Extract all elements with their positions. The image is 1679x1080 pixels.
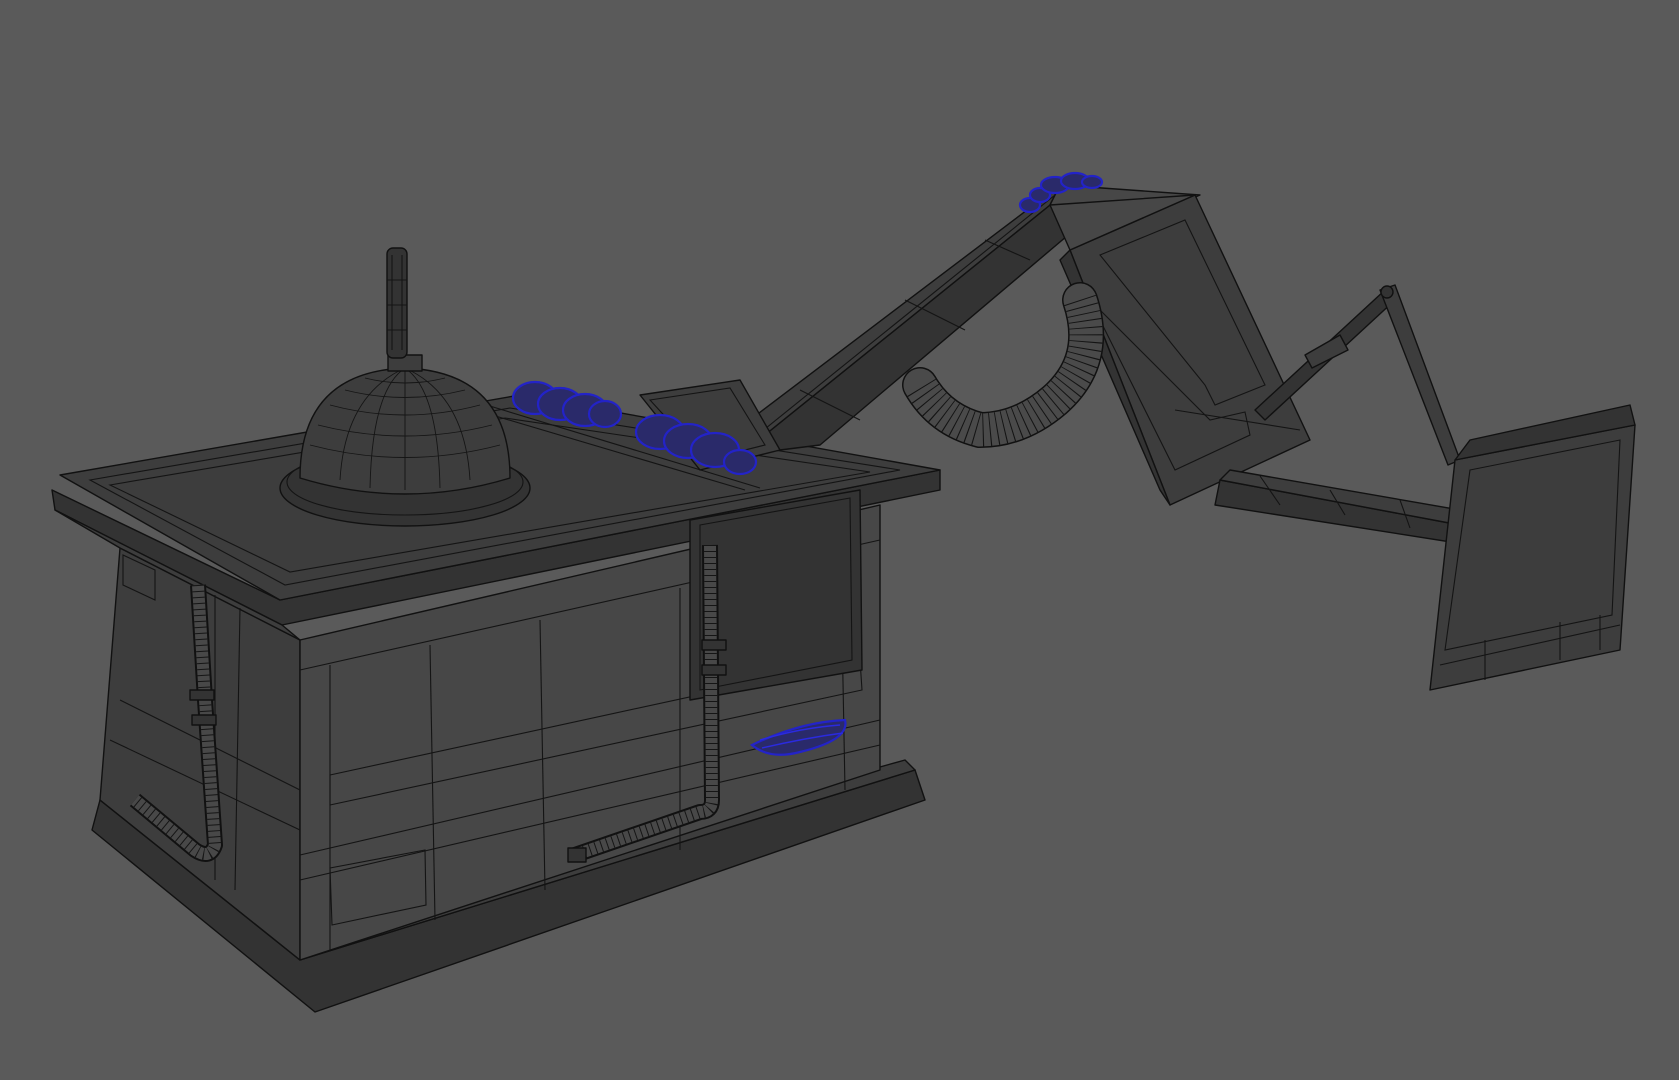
viewport-canvas[interactable] <box>0 0 1679 1080</box>
dome-cap[interactable] <box>279 354 531 527</box>
arm-lower-beam[interactable] <box>1214 469 1471 546</box>
3d-viewport[interactable] <box>0 0 1679 1080</box>
antenna-rod[interactable] <box>386 247 408 359</box>
end-panel[interactable] <box>1429 404 1636 691</box>
